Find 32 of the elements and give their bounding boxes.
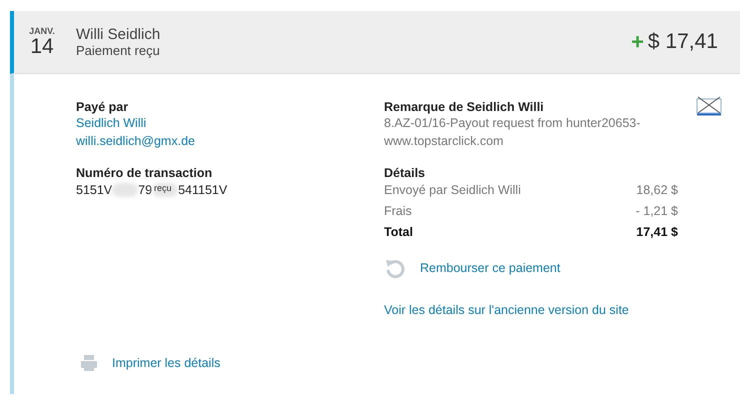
print-link[interactable]: Imprimer les détails bbox=[112, 354, 220, 372]
detail-label: Frais bbox=[384, 203, 412, 220]
plus-sign: + bbox=[631, 29, 644, 55]
detail-label: Envoyé par Seidlich Willi bbox=[384, 182, 521, 199]
undo-icon bbox=[384, 257, 406, 279]
payer-name: Willi Seidlich bbox=[76, 26, 162, 43]
detail-label: Total bbox=[384, 224, 413, 241]
date-month: JANV. bbox=[28, 26, 56, 36]
detail-value: - 1,21 $ bbox=[636, 203, 678, 220]
details-label: Détails bbox=[384, 166, 425, 180]
date-day: 14 bbox=[18, 36, 66, 58]
transaction-number: 79 bbox=[138, 183, 152, 197]
note-label: Remarque de Seidlich Willi bbox=[384, 100, 544, 114]
transaction-number: 541151V bbox=[178, 183, 228, 197]
transaction-header[interactable]: JANV. 14 Willi Seidlich Paiement reçu + $ 17,41 bbox=[10, 11, 740, 74]
refund-link[interactable]: Rembourser ce paiement bbox=[420, 259, 560, 277]
detail-value: 17,41 $ bbox=[636, 224, 678, 241]
payment-status: Paiement reçu bbox=[76, 43, 161, 58]
blur-smudge bbox=[112, 183, 138, 197]
envelope-icon[interactable] bbox=[696, 96, 722, 116]
note-text: 8.AZ-01/16-Payout request from hunter20653-www.topstarclick.com bbox=[384, 115, 642, 150]
email-link[interactable]: willi.seidlich@gmx.de bbox=[76, 132, 384, 150]
printer-icon bbox=[80, 354, 98, 372]
detail-value: 18,62 $ bbox=[636, 182, 678, 199]
transaction-label: Numéro de transaction bbox=[76, 166, 212, 180]
payer-link[interactable]: Seidlich Willi bbox=[76, 114, 384, 132]
blur-smudge bbox=[152, 183, 178, 197]
old-version-link[interactable]: Voir les détails sur l'ancienne version du site bbox=[384, 301, 740, 319]
paid-by-label: Payé par bbox=[76, 100, 128, 114]
transaction-number: 5151V bbox=[76, 183, 112, 197]
amount: $ 17,41 bbox=[648, 30, 718, 54]
overlay-text: reçu bbox=[154, 184, 172, 193]
